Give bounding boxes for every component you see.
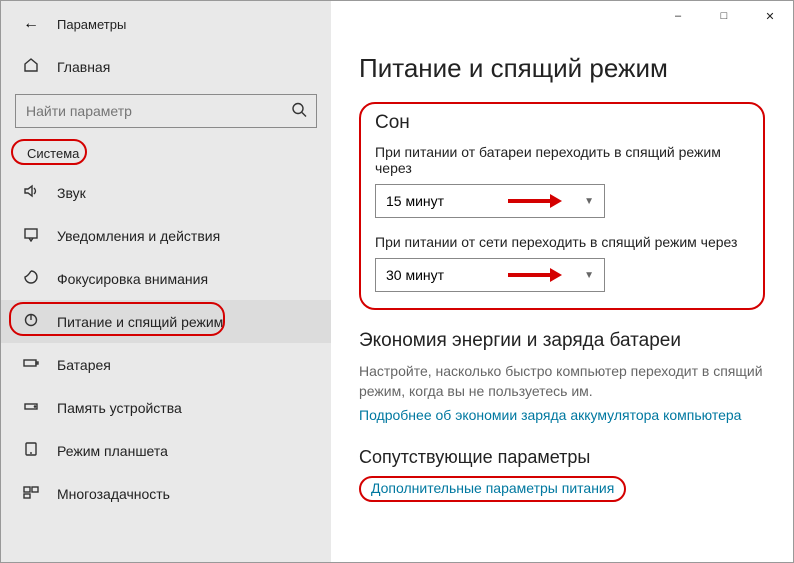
home-label: Главная [57,59,110,75]
nav-multitask[interactable]: Многозадачность [1,472,331,515]
nav-label: Память устройства [57,400,182,416]
nav-list: Звук Уведомления и действия Фокусировка … [1,171,331,515]
nav-focus[interactable]: Фокусировка внимания [1,257,331,300]
economy-heading: Экономия энергии и заряда батареи [359,330,765,352]
minimize-button[interactable]: – [655,1,701,31]
power-icon [23,312,39,331]
annotation-arrow-icon [506,192,562,210]
sleep-heading: Сон [375,112,749,134]
nav-label: Режим планшета [57,443,168,459]
search-icon [291,102,307,121]
nav-tablet[interactable]: Режим планшета [1,429,331,472]
home-nav[interactable]: Главная [1,47,331,86]
nav-notifications[interactable]: Уведомления и действия [1,214,331,257]
app-title: Параметры [57,17,126,32]
battery-sleep-label: При питании от батареи переходить в спящ… [375,144,749,176]
search-wrap [1,86,331,142]
plugged-sleep-label: При питании от сети переходить в спящий … [375,234,749,250]
search-input[interactable] [15,94,317,128]
battery-sleep-value: 15 минут [386,193,444,209]
chevron-down-icon: ▼ [584,270,594,281]
related-link-ring: Дополнительные параметры питания [359,476,626,502]
nav-power[interactable]: Питание и спящий режим [1,300,331,343]
nav-label: Уведомления и действия [57,228,220,244]
close-button[interactable]: ✕ [747,1,793,31]
nav-label: Многозадачность [57,486,170,502]
nav-label: Батарея [57,357,111,373]
plugged-sleep-select[interactable]: 30 минут ▼ [375,258,605,292]
title-bar: ← Параметры [1,9,331,47]
focus-icon [23,269,39,288]
plugged-sleep-value: 30 минут [386,267,444,283]
sound-icon [23,183,39,202]
sidebar: ← Параметры Главная Система Звук Уведомл… [1,1,331,562]
nav-battery[interactable]: Батарея [1,343,331,386]
annotation-arrow-icon [506,266,562,284]
battery-sleep-select[interactable]: 15 минут ▼ [375,184,605,218]
main-panel: – □ ✕ Питание и спящий режим Сон При пит… [331,1,793,562]
chevron-down-icon: ▼ [584,196,594,207]
nav-sound[interactable]: Звук [1,171,331,214]
maximize-button[interactable]: □ [701,1,747,31]
related-link[interactable]: Дополнительные параметры питания [371,480,614,496]
window-controls: – □ ✕ [655,1,793,31]
category-system[interactable]: Система [17,144,89,163]
multitask-icon [23,484,39,503]
nav-label: Звук [57,185,86,201]
related-heading: Сопутствующие параметры [359,447,765,468]
nav-label: Фокусировка внимания [57,271,208,287]
back-arrow-icon[interactable]: ← [23,15,39,33]
sleep-section: Сон При питании от батареи переходить в … [359,102,765,310]
notifications-icon [23,226,39,245]
page-title: Питание и спящий режим [359,53,765,84]
battery-icon [23,355,39,374]
tablet-icon [23,441,39,460]
nav-storage[interactable]: Память устройства [1,386,331,429]
storage-icon [23,398,39,417]
economy-link[interactable]: Подробнее об экономии заряда аккумулятор… [359,407,765,423]
home-icon [23,57,39,76]
economy-desc: Настройте, насколько быстро компьютер пе… [359,362,765,401]
nav-label: Питание и спящий режим [57,314,223,330]
